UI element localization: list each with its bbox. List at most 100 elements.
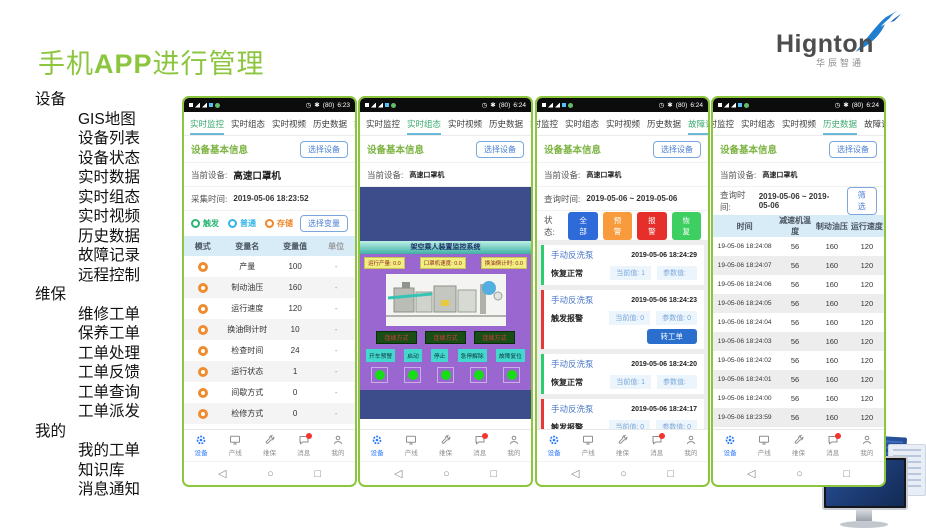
select-variable-button[interactable]: 选择变量 bbox=[300, 215, 348, 232]
tab-实时监控[interactable]: 实时监控 bbox=[711, 112, 734, 135]
scada-mode-button[interactable]: 连续方式 bbox=[376, 331, 416, 344]
tab-实时视频[interactable]: 实时视频 bbox=[606, 112, 640, 135]
nav-label: 产线 bbox=[758, 447, 771, 457]
android-back-button[interactable]: ◁ bbox=[394, 467, 402, 480]
nav-label: 消息 bbox=[473, 447, 486, 457]
feature-outline: 设备GIS地图设备列表设备状态实时数据实时组态实时视频历史数据故障记录远程控制维… bbox=[35, 90, 140, 500]
alarm-card[interactable]: 手动反洗泵2019-05-06 18:24:29恢复正常当前值: 1参数值: bbox=[541, 245, 704, 285]
variable-row: 检修方式0- bbox=[184, 403, 355, 424]
tab-故障记录[interactable]: 故障记录 bbox=[354, 112, 355, 135]
nav-item-我的[interactable]: 我的 bbox=[850, 430, 884, 461]
scada-control-button-急停解除[interactable]: 急停解除 bbox=[458, 349, 487, 362]
history-cell: 56 bbox=[776, 261, 814, 270]
nav-item-产线[interactable]: 产线 bbox=[571, 430, 605, 461]
nav-item-设备[interactable]: 设备 bbox=[184, 430, 218, 461]
nav-item-维保[interactable]: 维保 bbox=[428, 430, 462, 461]
nav-item-维保[interactable]: 维保 bbox=[781, 430, 815, 461]
tab-实时组态[interactable]: 实时组态 bbox=[407, 112, 441, 135]
scada-control-button-故障复位[interactable]: 故障复位 bbox=[496, 349, 525, 362]
nav-item-消息[interactable]: 消息 bbox=[463, 430, 497, 461]
select-device-button[interactable]: 选择设备 bbox=[829, 141, 877, 158]
scada-mode-button[interactable]: 连续方式 bbox=[474, 331, 514, 344]
tab-历史数据[interactable]: 历史数据 bbox=[647, 112, 681, 135]
tab-实时监控[interactable]: 实时监控 bbox=[535, 112, 558, 135]
wrench-icon bbox=[617, 434, 629, 446]
nav-item-设备[interactable]: 设备 bbox=[537, 430, 571, 461]
select-device-button[interactable]: 选择设备 bbox=[300, 141, 348, 158]
tab-实时视频[interactable]: 实时视频 bbox=[448, 112, 482, 135]
history-row: 19-05-06 18:24:0856160120 bbox=[713, 237, 884, 256]
tab-实时视频[interactable]: 实时视频 bbox=[272, 112, 306, 135]
tab-实时视频[interactable]: 实时视频 bbox=[782, 112, 816, 135]
android-back-button[interactable]: ◁ bbox=[218, 467, 226, 480]
tab-故障记录[interactable]: 故障记录 bbox=[688, 112, 708, 135]
nav-label: 维保 bbox=[439, 447, 452, 457]
nav-item-我的[interactable]: 我的 bbox=[497, 430, 531, 461]
bottom-nav: 设备产线维保消息我的 bbox=[537, 429, 708, 461]
history-cell: 120 bbox=[850, 375, 884, 384]
android-home-button[interactable]: ○ bbox=[620, 468, 627, 480]
tab-实时组态[interactable]: 实时组态 bbox=[565, 112, 599, 135]
alarm-values: 当前值: 0参数值: 0 bbox=[609, 420, 697, 429]
alarm-card-top: 手动反洗泵2019-05-06 18:24:23 bbox=[551, 294, 697, 306]
nav-item-我的[interactable]: 我的 bbox=[674, 430, 708, 461]
nav-item-消息[interactable]: 消息 bbox=[640, 430, 674, 461]
nav-item-维保[interactable]: 维保 bbox=[252, 430, 286, 461]
android-home-button[interactable]: ○ bbox=[443, 468, 450, 480]
scada-control-button-开车预警[interactable]: 开车预警 bbox=[366, 349, 395, 362]
current-device-row: 当前设备:高速口罩机 bbox=[537, 162, 708, 186]
nav-item-产线[interactable]: 产线 bbox=[747, 430, 781, 461]
nav-label: 设备 bbox=[371, 447, 384, 457]
alarm-card[interactable]: 手动反洗泵2019-05-06 18:24:20恢复正常当前值: 1参数值: bbox=[541, 354, 704, 394]
android-nav-bar: ◁ ○ □ bbox=[713, 461, 884, 485]
nav-item-设备[interactable]: 设备 bbox=[360, 430, 394, 461]
legend-存储: 存储 bbox=[265, 218, 293, 229]
tab-故障记录[interactable]: 故障记录 bbox=[864, 112, 884, 135]
android-recents-button[interactable]: □ bbox=[490, 468, 497, 480]
nav-item-产线[interactable]: 产线 bbox=[218, 430, 252, 461]
outline-item: 设备列表 bbox=[35, 129, 140, 149]
android-recents-button[interactable]: □ bbox=[667, 468, 674, 480]
nav-item-维保[interactable]: 维保 bbox=[605, 430, 639, 461]
scada-control-button-启动[interactable]: 启动 bbox=[404, 349, 422, 362]
scada-main-area: 运行产量: 0.0口罩机速度: 0.0换油倒计时: 0.0 bbox=[360, 254, 531, 390]
nav-label: 产线 bbox=[582, 447, 595, 457]
tab-历史数据[interactable]: 历史数据 bbox=[313, 112, 347, 135]
nav-item-我的[interactable]: 我的 bbox=[321, 430, 355, 461]
android-recents-button[interactable]: □ bbox=[843, 468, 850, 480]
tab-实时监控[interactable]: 实时监控 bbox=[366, 112, 400, 135]
filter-button-全部[interactable]: 全部 bbox=[568, 212, 597, 240]
to-workorder-button[interactable]: 转工单 bbox=[647, 329, 698, 344]
android-recents-button[interactable]: □ bbox=[314, 468, 321, 480]
filter-button[interactable]: 筛选 bbox=[847, 187, 877, 215]
filter-button-预警[interactable]: 预警 bbox=[603, 212, 632, 240]
nav-item-消息[interactable]: 消息 bbox=[816, 430, 850, 461]
nav-item-设备[interactable]: 设备 bbox=[713, 430, 747, 461]
tab-历史数据[interactable]: 历史数据 bbox=[823, 112, 857, 135]
tab-实时组态[interactable]: 实时组态 bbox=[231, 112, 265, 135]
android-back-button[interactable]: ◁ bbox=[747, 467, 755, 480]
tab-实时组态[interactable]: 实时组态 bbox=[741, 112, 775, 135]
tab-实时监控[interactable]: 实时监控 bbox=[190, 112, 224, 135]
history-cell: 160 bbox=[814, 280, 850, 289]
filter-button-恢复[interactable]: 恢复 bbox=[672, 212, 701, 240]
android-back-button[interactable]: ◁ bbox=[571, 467, 579, 480]
variable-unit: - bbox=[317, 325, 355, 334]
outline-item: 工单反馈 bbox=[35, 363, 140, 383]
android-home-button[interactable]: ○ bbox=[267, 468, 274, 480]
tab-故障记录[interactable]: 故障记录 bbox=[530, 112, 531, 135]
scada-mode-button[interactable]: 连续方式 bbox=[425, 331, 465, 344]
tab-历史数据[interactable]: 历史数据 bbox=[489, 112, 523, 135]
scada-control-button-停止[interactable]: 停止 bbox=[431, 349, 449, 362]
current-value-chip: 当前值: 1 bbox=[610, 375, 651, 389]
monitor-icon bbox=[582, 434, 594, 446]
select-device-button[interactable]: 选择设备 bbox=[476, 141, 524, 158]
nav-item-产线[interactable]: 产线 bbox=[394, 430, 428, 461]
filter-button-报警[interactable]: 报警 bbox=[637, 212, 666, 240]
nav-item-消息[interactable]: 消息 bbox=[287, 430, 321, 461]
alarm-card[interactable]: 手动反洗泵2019-05-06 18:24:17触发报警当前值: 0参数值: 0… bbox=[541, 399, 704, 429]
select-device-button[interactable]: 选择设备 bbox=[653, 141, 701, 158]
history-cell: 160 bbox=[814, 413, 850, 422]
android-home-button[interactable]: ○ bbox=[796, 468, 803, 480]
alarm-card[interactable]: 手动反洗泵2019-05-06 18:24:23触发报警当前值: 0参数值: 0… bbox=[541, 290, 704, 349]
